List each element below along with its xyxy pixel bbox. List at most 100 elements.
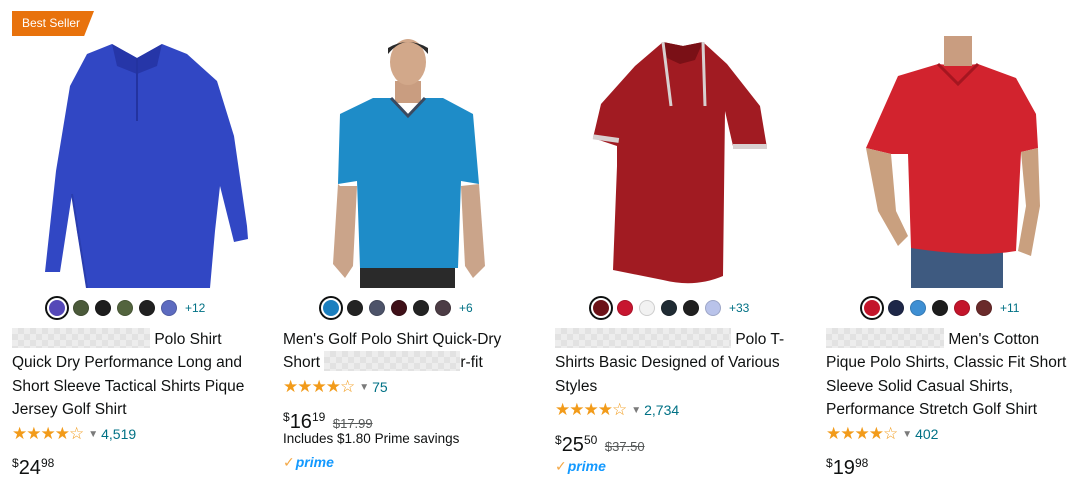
review-count-link[interactable]: 2,734	[644, 402, 679, 418]
color-swatch[interactable]	[954, 300, 970, 316]
product-title[interactable]: Men's Cotton Pique Polo Shirts, Classic …	[826, 328, 1080, 421]
title-text: Short Sleeve Tactical Shirts Pique	[12, 377, 245, 395]
rating-row[interactable]: ★★★★☆ ▼ 402	[826, 424, 938, 443]
color-swatch[interactable]	[932, 300, 948, 316]
color-swatch[interactable]	[139, 300, 155, 316]
title-text: Polo Shirt	[154, 331, 222, 348]
color-swatch[interactable]	[95, 300, 111, 316]
title-text: Quick Dry Performance Long and	[12, 354, 243, 372]
more-colors-link[interactable]: +33	[729, 301, 749, 315]
price-fraction: 98	[854, 456, 869, 470]
price-whole: 19	[832, 457, 855, 479]
prime-savings: Includes $1.80 Prime savings	[283, 431, 460, 446]
product-card[interactable]: +11 Men's Cotton Pique Polo Shirts, Clas…	[826, 0, 1080, 481]
title-text: r-fit	[460, 354, 483, 372]
color-swatches: +11	[862, 298, 1019, 318]
product-image[interactable]	[12, 36, 262, 288]
color-swatch[interactable]	[391, 300, 407, 316]
title-text: Men's Cotton	[948, 331, 1040, 348]
color-swatch[interactable]	[617, 300, 633, 316]
price-whole: 16	[289, 411, 312, 433]
price: $1998	[826, 452, 868, 479]
star-rating-icon: ★★★★☆	[283, 377, 355, 396]
price-whole: 24	[18, 457, 41, 479]
title-text: Polo T-	[735, 331, 785, 348]
star-rating-icon: ★★★★☆	[826, 424, 898, 443]
review-count-link[interactable]: 4,519	[101, 426, 136, 442]
list-price: $17.99	[332, 416, 373, 431]
prime-logo: ✓prime	[283, 454, 334, 470]
star-rating-icon: ★★★★☆	[12, 424, 84, 443]
redacted-brand	[826, 328, 944, 348]
price-symbol: $	[12, 456, 19, 470]
color-swatches: +6	[321, 298, 473, 318]
title-text: Sleeve Solid Casual Shirts,	[826, 377, 1013, 395]
color-swatch[interactable]	[591, 298, 611, 318]
color-swatch[interactable]	[862, 298, 882, 318]
chevron-down-icon[interactable]: ▼	[631, 405, 641, 416]
chevron-down-icon[interactable]: ▼	[88, 429, 98, 440]
title-text: Short	[283, 354, 321, 372]
title-text: Performance Stretch Golf Shirt	[826, 400, 1038, 418]
price-symbol: $	[826, 456, 833, 470]
prime-logo: ✓prime	[555, 458, 606, 474]
rating-row[interactable]: ★★★★☆ ▼ 2,734	[555, 400, 679, 419]
price-fraction: 19	[311, 410, 326, 424]
redacted-brand	[12, 328, 150, 348]
color-swatch[interactable]	[117, 300, 133, 316]
color-swatch[interactable]	[435, 300, 451, 316]
price-symbol: $	[555, 433, 562, 447]
title-text: Shirts Basic Designed of Various	[555, 354, 780, 372]
color-swatch[interactable]	[705, 300, 721, 316]
product-title[interactable]: Men's Golf Polo Shirt Quick-Dry Short r-…	[283, 328, 541, 375]
more-colors-link[interactable]: +12	[185, 301, 205, 315]
chevron-down-icon[interactable]: ▼	[902, 429, 912, 440]
color-swatch[interactable]	[47, 298, 67, 318]
color-swatch[interactable]	[73, 300, 89, 316]
color-swatch[interactable]	[161, 300, 177, 316]
prime-check-icon: ✓	[283, 454, 295, 470]
product-image[interactable]	[283, 36, 533, 288]
title-text: Men's Golf Polo Shirt Quick-Dry	[283, 331, 502, 348]
product-title[interactable]: Polo T- Shirts Basic Designed of Various…	[555, 328, 813, 398]
color-swatch[interactable]	[369, 300, 385, 316]
color-swatch[interactable]	[910, 300, 926, 316]
price-fraction: 50	[583, 433, 598, 447]
more-colors-link[interactable]: +11	[1000, 301, 1019, 315]
title-text: Pique Polo Shirts, Classic Fit Short	[826, 354, 1067, 372]
rating-row[interactable]: ★★★★☆ ▼ 75	[283, 377, 388, 396]
redacted-text	[324, 351, 461, 372]
price: $2498	[12, 452, 54, 479]
product-card[interactable]: +6 Men's Golf Polo Shirt Quick-Dry Short…	[283, 0, 543, 481]
rating-row[interactable]: ★★★★☆ ▼ 4,519	[12, 424, 136, 443]
color-swatch[interactable]	[683, 300, 699, 316]
title-text: Styles	[555, 377, 598, 395]
review-count-link[interactable]: 402	[915, 426, 938, 442]
prime-check-icon: ✓	[555, 458, 567, 474]
color-swatch[interactable]	[413, 300, 429, 316]
price-fraction: 98	[40, 456, 55, 470]
price: $2550 $37.50	[555, 429, 645, 458]
price-symbol: $	[283, 410, 290, 424]
product-title[interactable]: Polo Shirt Quick Dry Performance Long an…	[12, 328, 270, 421]
color-swatch[interactable]	[321, 298, 341, 318]
color-swatches: +33	[591, 298, 749, 318]
product-image[interactable]	[555, 36, 805, 288]
color-swatches: +12	[47, 298, 205, 318]
redacted-brand	[555, 328, 731, 348]
color-swatch[interactable]	[661, 300, 677, 316]
review-count-link[interactable]: 75	[372, 379, 388, 395]
color-swatch[interactable]	[976, 300, 992, 316]
title-text: Jersey Golf Shirt	[12, 400, 127, 418]
product-card[interactable]: +12 Polo Shirt Quick Dry Performance Lon…	[12, 0, 272, 481]
color-swatch[interactable]	[639, 300, 655, 316]
product-image[interactable]	[826, 36, 1076, 288]
product-card[interactable]: +33 Polo T- Shirts Basic Designed of Var…	[555, 0, 815, 481]
color-swatch[interactable]	[347, 300, 363, 316]
price-whole: 25	[561, 434, 584, 456]
color-swatch[interactable]	[888, 300, 904, 316]
star-rating-icon: ★★★★☆	[555, 400, 627, 419]
list-price: $37.50	[604, 439, 645, 454]
more-colors-link[interactable]: +6	[459, 301, 473, 315]
chevron-down-icon[interactable]: ▼	[359, 382, 369, 393]
